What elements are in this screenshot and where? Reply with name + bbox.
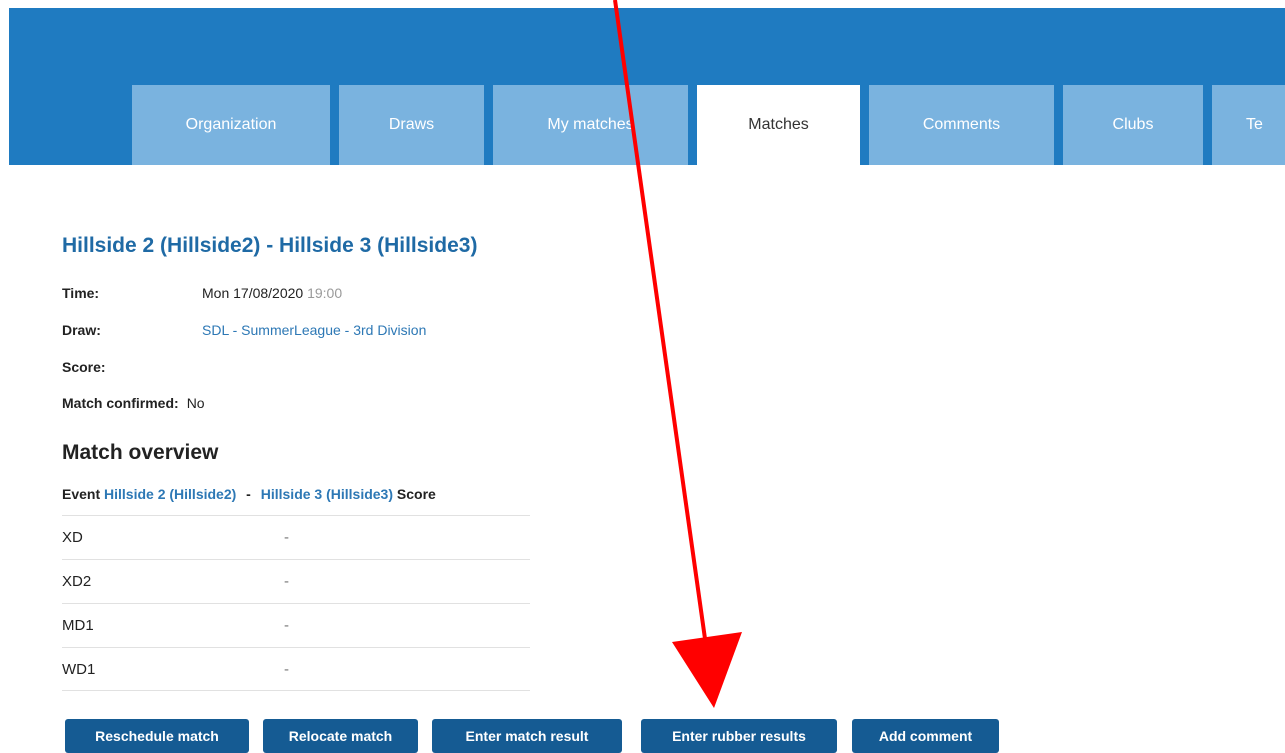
header-separator: - [246,486,251,502]
header-team2-link[interactable]: Hillside 3 (Hillside3) [261,486,393,502]
add-comment-button[interactable]: Add comment [852,719,999,753]
time-label: Time: [62,285,100,301]
overview-table: XD - XD2 - MD1 - WD1 - [62,515,530,691]
event-cell: WD1 [62,661,96,678]
tab-organization[interactable]: Organization [132,85,330,165]
relocate-match-button[interactable]: Relocate match [263,719,418,753]
result-cell: - [284,573,289,590]
header-team1-link[interactable]: Hillside 2 (Hillside2) [104,486,236,502]
event-cell: XD2 [62,573,92,590]
confirmed-label: Match confirmed: [62,395,179,411]
confirmed-value: No [186,395,205,411]
result-cell: - [284,617,289,634]
enter-rubber-results-button[interactable]: Enter rubber results [641,719,837,753]
overview-header: Event Hillside 2 (Hillside2) - Hillside … [62,486,436,502]
draw-link[interactable]: SDL - SummerLeague - 3rd Division [202,322,426,338]
tab-teams[interactable]: Te [1212,85,1285,165]
main-nav-tabs: Organization Draws My matches Matches Co… [0,85,1285,165]
score-row: Score: [62,359,202,375]
result-cell: - [284,529,289,546]
tab-matches[interactable]: Matches [697,85,860,165]
tab-my-matches[interactable]: My matches [493,85,688,165]
tab-clubs[interactable]: Clubs [1063,85,1203,165]
event-cell: XD [62,529,83,546]
table-row: MD1 - [62,603,530,647]
table-row: XD2 - [62,559,530,603]
header-score: Score [396,486,436,502]
result-cell: - [284,661,289,678]
time-row: Time: Mon 17/08/2020 19:00 [62,285,342,301]
table-row: XD - [62,515,530,559]
reschedule-match-button[interactable]: Reschedule match [65,719,249,753]
match-title[interactable]: Hillside 2 (Hillside2) - Hillside 3 (Hil… [62,234,477,258]
enter-match-result-button[interactable]: Enter match result [432,719,622,753]
table-row: WD1 - [62,647,530,691]
match-overview-title: Match overview [62,441,219,464]
tab-comments[interactable]: Comments [869,85,1054,165]
time-hour: 19:00 [307,285,343,301]
tab-draws[interactable]: Draws [339,85,484,165]
confirmed-row: Match confirmed: No [62,395,205,411]
event-cell: MD1 [62,617,94,634]
time-date: Mon 17/08/2020 [202,285,304,301]
header-event: Event [62,486,101,502]
arrow-head-icon [672,632,742,708]
draw-row: Draw: SDL - SummerLeague - 3rd Division [62,322,426,338]
score-label: Score: [62,359,106,375]
draw-label: Draw: [62,322,101,338]
